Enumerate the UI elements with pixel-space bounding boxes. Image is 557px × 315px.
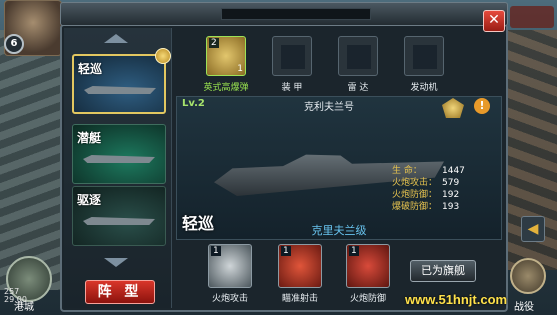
stat-row: 火炮防御： 192: [392, 189, 465, 201]
ship-class-name: 克里夫兰级: [311, 224, 367, 237]
ship-thumbnail: [83, 217, 155, 225]
info-icon[interactable]: !: [474, 98, 490, 114]
stat-value: 1447: [442, 166, 465, 176]
site-watermark: www.51hnjt.com: [405, 292, 508, 307]
skill-aimed-shot[interactable]: 1: [278, 244, 322, 288]
equipment-label-armor: 装 甲: [281, 83, 303, 93]
scroll-down-arrow-icon[interactable]: [104, 258, 128, 267]
harbor-buildings-left: [0, 30, 62, 290]
stat-value: 192: [442, 190, 460, 200]
stat-value: 579: [442, 178, 460, 188]
slot-level: 1: [237, 64, 243, 74]
selected-star-badge-icon: [155, 48, 171, 64]
skill-level: 1: [281, 246, 291, 256]
ship-name: 克利夫兰号: [304, 102, 354, 113]
flagship-button[interactable]: 已为旗舰: [410, 260, 476, 282]
skill-label: 瞄准射击: [281, 294, 318, 304]
ship-type-tag: 驱逐: [77, 193, 102, 207]
slot-stack-count: 2: [209, 38, 219, 48]
equipment-slot-radar[interactable]: [338, 36, 378, 76]
ship-card-destroyer[interactable]: 驱逐: [72, 186, 166, 246]
coordinates: 257 29 00: [4, 288, 27, 304]
stat-row: 生 命： 1447: [392, 165, 465, 177]
dialog-title-bar: [60, 2, 508, 26]
radar-icon: [347, 45, 371, 69]
equipment-slot-armor[interactable]: [272, 36, 312, 76]
stat-row: 火炮攻击： 579: [392, 177, 465, 189]
ship-type-tag: 潜艇: [77, 131, 102, 145]
skill-level: 1: [349, 246, 359, 256]
ship-type-tag: 轻巡: [78, 62, 103, 76]
stat-label: 爆破防御：: [392, 202, 438, 212]
battle-label: 战役: [514, 302, 534, 313]
top-right-decoration: [510, 6, 554, 28]
close-button[interactable]: ✕: [483, 10, 505, 32]
skill-cannon-defense[interactable]: 1: [346, 244, 390, 288]
side-panel-arrow-icon[interactable]: ◀: [521, 216, 545, 242]
stat-label: 火炮攻击：: [392, 178, 438, 188]
ship-card-submarine[interactable]: 潜艇: [72, 124, 166, 184]
title-bar-slot: [221, 8, 371, 20]
stat-label: 火炮防御：: [392, 190, 438, 200]
equipment-label-shell: 英式高爆弹: [203, 83, 249, 93]
player-level-badge: 6: [4, 34, 24, 54]
ship-stats: 生 命： 1447 火炮攻击： 579 火炮防御： 192 爆破防御： 193: [392, 165, 465, 213]
armor-icon: [281, 45, 305, 69]
formation-button[interactable]: 阵 型: [85, 280, 155, 304]
ship-card-light-cruiser[interactable]: 轻巡: [72, 54, 166, 114]
engine-icon: [413, 45, 437, 69]
stat-label: 生 命：: [392, 166, 422, 176]
skill-label: 火炮防御: [349, 294, 386, 304]
equipment-label-radar: 雷 达: [347, 83, 369, 93]
skill-cannon-attack[interactable]: 1: [208, 244, 252, 288]
battle-button[interactable]: [510, 258, 546, 294]
equipment-slot-engine[interactable]: [404, 36, 444, 76]
scroll-up-arrow-icon[interactable]: [104, 34, 128, 43]
ship-thumbnail: [83, 155, 155, 163]
skill-label: 火炮攻击: [211, 294, 248, 304]
coords-line: 29 00: [4, 295, 27, 304]
stat-row: 爆破防御： 193: [392, 201, 465, 213]
equipment-label-engine: 发动机: [410, 83, 438, 93]
stat-value: 193: [442, 202, 460, 212]
ship-thumbnail: [84, 86, 156, 94]
skill-level: 1: [211, 246, 221, 256]
equipment-slot-shell[interactable]: 2 1: [206, 36, 246, 76]
ship-level: Lv.2: [182, 98, 205, 109]
